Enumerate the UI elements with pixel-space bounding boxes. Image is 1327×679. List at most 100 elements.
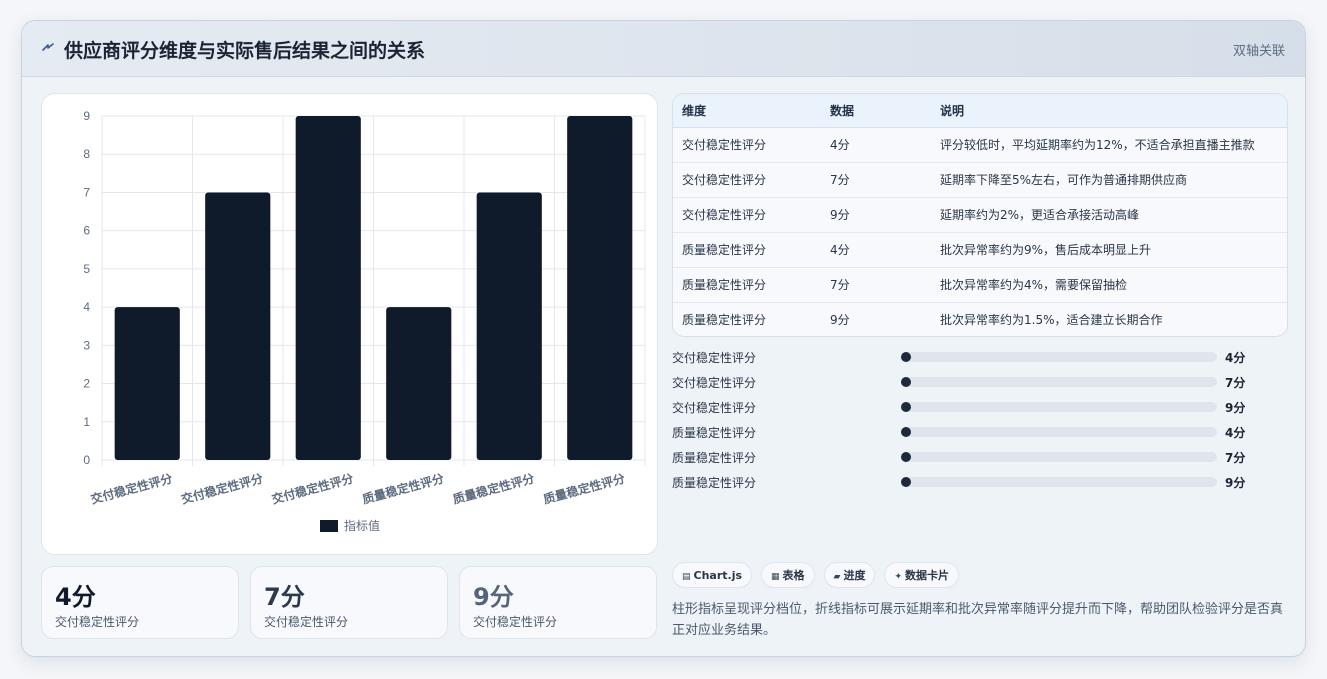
bar[interactable] — [295, 116, 361, 460]
progress-fill — [901, 427, 911, 437]
progress-track — [901, 352, 1217, 362]
table-cell: 7分 — [821, 162, 931, 198]
stat-value: 4分 — [55, 583, 96, 611]
progress-track — [901, 427, 1217, 437]
tech-chips: ▤ Chart.js ▦ 表格 ▰ 进度 ✦ 数据卡片 — [672, 562, 968, 590]
table-cell: 交付稳定性评分 — [673, 127, 821, 163]
progress-value: 9分 — [1225, 476, 1246, 490]
x-tick-label: 交付稳定性评分 — [270, 470, 355, 506]
chip-progress[interactable]: ▰ 进度 — [823, 562, 876, 588]
progress-value: 7分 — [1225, 376, 1246, 390]
table-cell: 9分 — [830, 313, 850, 328]
y-tick-label: 4 — [83, 300, 90, 314]
bar[interactable] — [386, 307, 452, 460]
chip-table[interactable]: ▦ 表格 — [761, 562, 815, 588]
chart-icon: ▤ — [682, 572, 691, 582]
bar-chart: 0123456789交付稳定性评分 交付稳定性评分 交付稳定性评分 质量稳定性评分 质量… — [83, 109, 646, 533]
chip-label: Chart.js — [693, 569, 743, 582]
chart-legend[interactable]: 指标值 — [320, 518, 380, 533]
chip-label: 数据卡片 — [905, 569, 950, 582]
chip-data-card[interactable]: ✦ 数据卡片 — [884, 562, 960, 588]
table-cell: 质量稳定性评分 — [673, 267, 821, 303]
progress-label: 质量稳定性评分 — [672, 451, 757, 465]
data-table: 维度 数据 说明 交付稳定性评分 4分 评分较低时，平均延期率约为12%，不适合… — [672, 93, 1288, 337]
progress-row: 交付稳定性评分 4分 — [672, 347, 1252, 372]
table-cell: 延期率下降至5%左右，可作为普通排期供应商 — [931, 162, 1287, 198]
x-tick-label: 交付稳定性评分 — [89, 470, 174, 506]
table-row: 交付稳定性评分 9分 延期率约为2%，更适合承接活动高峰 — [673, 197, 1287, 233]
table-cell: 评分较低时，平均延期率约为12%，不适合承担直播主推款 — [931, 127, 1287, 163]
y-tick-label: 2 — [83, 377, 90, 391]
progress-label: 质量稳定性评分 — [672, 426, 757, 440]
table-cell: 延期率约为2%，更适合承接活动高峰 — [931, 197, 1287, 233]
x-tick-label: 质量稳定性评分 — [451, 470, 536, 506]
progress-value: 4分 — [1225, 426, 1246, 440]
x-tick-label: 交付稳定性评分 — [179, 470, 264, 506]
header-tag: 双轴关联 — [1232, 44, 1285, 59]
progress-fill — [901, 352, 911, 362]
y-tick-label: 8 — [83, 147, 90, 161]
table-cell: 批次异常率约为9%，售后成本明显上升 — [931, 232, 1287, 268]
stat-value: 9分 — [473, 583, 514, 611]
column-header: 数据 — [821, 94, 931, 128]
y-tick-label: 1 — [83, 415, 90, 429]
progress-list: 交付稳定性评分 4分 交付稳定性评分 7分 交付稳定性评分 9分 质量稳定性评分… — [672, 347, 1252, 497]
lightning-icon — [42, 43, 54, 51]
chip-label: 表格 — [782, 569, 805, 582]
progress-label: 交付稳定性评分 — [672, 351, 757, 365]
table-row: 交付稳定性评分 7分 延期率下降至5%左右，可作为普通排期供应商 — [673, 162, 1287, 198]
y-tick-label: 6 — [83, 224, 90, 238]
stat-label: 交付稳定性评分 — [473, 615, 558, 629]
table-cell: 交付稳定性评分 — [673, 162, 821, 198]
card-header: 供应商评分维度与实际售后结果之间的关系 双轴关联 — [22, 21, 1305, 77]
table-row: 质量稳定性评分 7分 批次异常率约为4%，需要保留抽检 — [673, 267, 1287, 303]
y-tick-label: 9 — [83, 109, 90, 123]
table-cell: 质量稳定性评分 — [673, 232, 821, 268]
progress-fill — [901, 452, 911, 462]
table-cell: 批次异常率约为1.5%，适合建立长期合作 — [940, 313, 1163, 328]
stat-card-2: 7分 交付稳定性评分 — [250, 566, 448, 639]
table-row: 质量稳定性评分 4分 批次异常率约为9%，售后成本明显上升 — [673, 232, 1287, 268]
column-header: 维度 — [673, 94, 821, 128]
progress-value: 9分 — [1225, 401, 1246, 415]
progress-fill — [901, 377, 911, 387]
stat-label: 交付稳定性评分 — [55, 615, 140, 629]
description: 柱形指标呈现评分档位，折线指标可展示延期率和批次异常率随评分提升而下降，帮助团队… — [672, 602, 1284, 638]
column-header: 说明 — [931, 94, 1287, 128]
table-cell: 9分 — [821, 197, 931, 233]
progress-value: 7分 — [1225, 451, 1246, 465]
y-tick-label: 3 — [83, 338, 90, 352]
table-cell: 批次异常率约为4%，需要保留抽检 — [931, 267, 1287, 303]
page-title: 供应商评分维度与实际售后结果之间的关系 — [64, 40, 426, 62]
chip-chartjs[interactable]: ▤ Chart.js — [672, 562, 753, 588]
table-cell: 4分 — [821, 232, 931, 268]
y-tick-label: 5 — [83, 262, 90, 276]
y-tick-label: 0 — [83, 453, 90, 467]
progress-row: 质量稳定性评分 4分 — [672, 422, 1252, 447]
x-tick-label: 质量稳定性评分 — [360, 470, 445, 506]
table-header-row: 维度 数据 说明 — [673, 94, 1287, 128]
table-cell: 4分 — [821, 127, 931, 163]
bar[interactable] — [205, 192, 271, 460]
table-cell: 7分 — [821, 267, 931, 303]
card-icon: ✦ — [894, 572, 903, 582]
progress-track — [901, 477, 1217, 487]
table-cell: 质量稳定性评分 — [682, 313, 767, 328]
bar[interactable] — [567, 116, 633, 460]
table-row: 质量稳定性评分 9分 批次异常率约为1.5%，适合建立长期合作 — [673, 302, 1287, 336]
stat-card-1: 4分 交付稳定性评分 — [41, 566, 239, 639]
stat-card-3: 9分 交付稳定性评分 — [459, 566, 657, 639]
bar[interactable] — [114, 307, 180, 460]
progress-track — [901, 402, 1217, 412]
progress-label: 交付稳定性评分 — [672, 376, 757, 390]
progress-row: 质量稳定性评分 9分 — [672, 472, 1252, 497]
y-tick-label: 7 — [83, 185, 90, 199]
progress-row: 交付稳定性评分 7分 — [672, 372, 1252, 397]
main-card: 供应商评分维度与实际售后结果之间的关系 双轴关联 0 1 2 3 4 5 6 7 8 9 交付稳定性… — [21, 20, 1306, 657]
progress-label: 质量稳定性评分 — [672, 476, 757, 490]
chip-label: 进度 — [843, 569, 866, 582]
progress-track — [901, 377, 1217, 387]
stat-value: 7分 — [264, 583, 305, 611]
progress-icon: ▰ — [833, 572, 841, 582]
bar[interactable] — [476, 192, 542, 460]
